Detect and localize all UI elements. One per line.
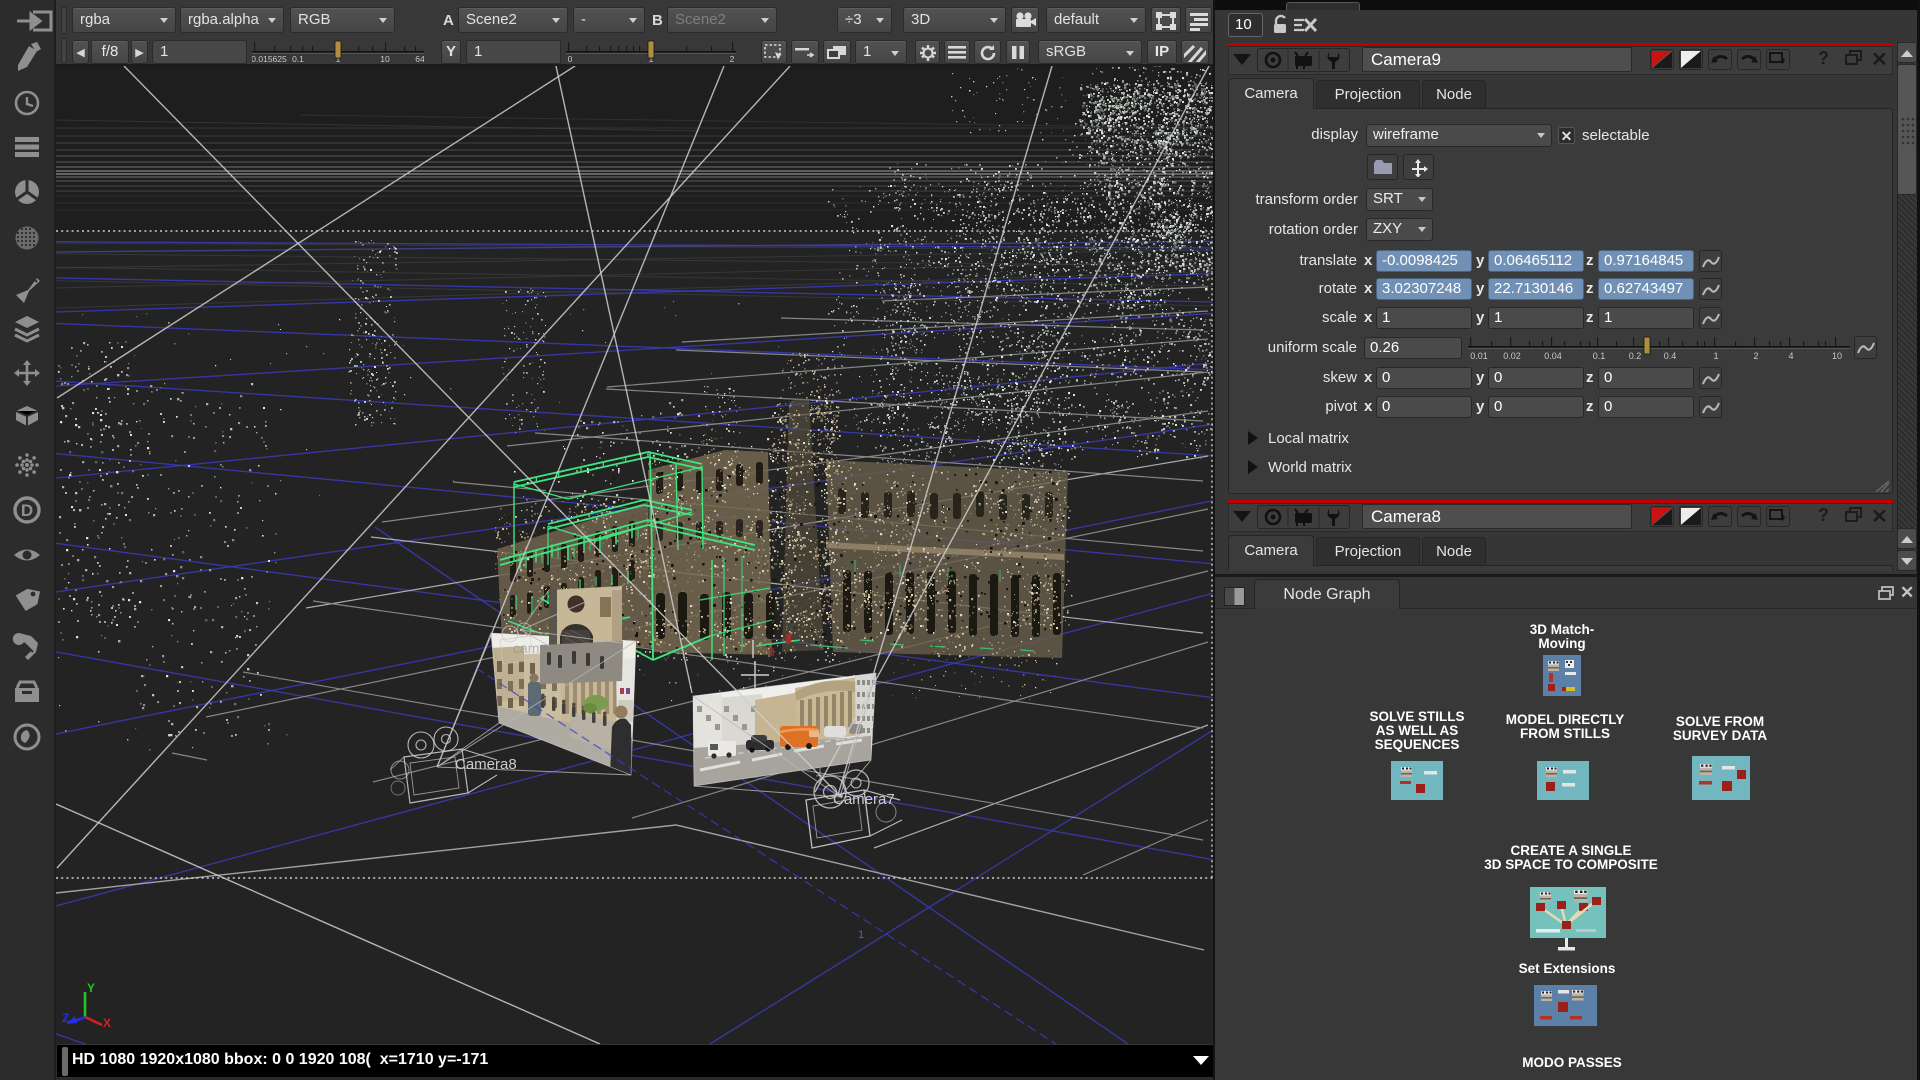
- svg-text:0.01: 0.01: [1470, 351, 1488, 361]
- svg-text:4: 4: [1788, 351, 1793, 361]
- svg-text:Z: Z: [62, 1011, 69, 1025]
- svg-text:Y: Y: [87, 981, 95, 995]
- svg-text:D: D: [21, 501, 33, 520]
- svg-text:1: 1: [858, 929, 864, 941]
- svg-text:Camera8: Camera8: [455, 756, 517, 773]
- svg-text:X: X: [103, 1016, 111, 1030]
- svg-text:1: 1: [1713, 351, 1718, 361]
- svg-text:0.1: 0.1: [1593, 351, 1606, 361]
- svg-text:2: 2: [730, 54, 735, 64]
- svg-text:0: 0: [568, 54, 573, 64]
- svg-text:64: 64: [415, 54, 424, 64]
- svg-text:2: 2: [1753, 351, 1758, 361]
- svg-text:0.04: 0.04: [1544, 351, 1562, 361]
- svg-text:0.1: 0.1: [292, 54, 304, 64]
- svg-text:Camera7: Camera7: [833, 791, 895, 808]
- svg-text:0.2: 0.2: [1629, 351, 1642, 361]
- svg-text:10: 10: [380, 54, 390, 64]
- svg-text:10: 10: [1832, 351, 1842, 361]
- svg-text:0.015625: 0.015625: [252, 54, 287, 64]
- svg-text:camera9: camera9: [513, 640, 568, 656]
- svg-text:0.02: 0.02: [1503, 351, 1521, 361]
- svg-text:0.4: 0.4: [1664, 351, 1677, 361]
